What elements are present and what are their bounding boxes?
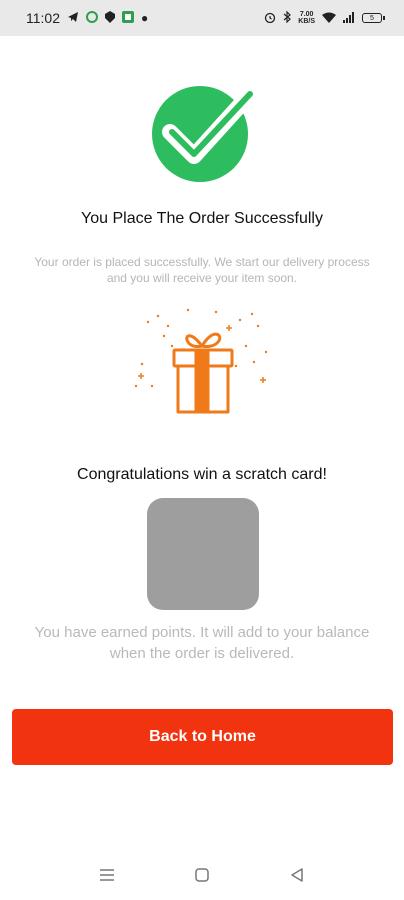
status-left: 11:02 ● [26,10,148,26]
signal-icon [343,11,355,25]
bluetooth-icon [283,10,292,25]
net-speed-unit: KB/S [298,18,315,25]
menu-icon[interactable] [92,860,122,890]
success-subtitle: Your order is placed successfully. We st… [34,255,370,285]
points-message: You have earned points. It will add to y… [34,624,370,662]
app-icon [122,11,134,25]
scratch-card[interactable] [147,498,259,610]
dot-icon: ● [141,11,149,25]
back-to-home-button[interactable]: Back to Home [12,709,393,765]
battery-icon: 5 [362,13,385,23]
vpn-icon [105,11,115,25]
telegram-icon [67,11,79,25]
status-time: 11:02 [26,10,60,26]
battery-level: 5 [370,14,374,22]
wifi-icon [322,12,336,25]
net-speed: 7.00 KB/S [298,11,315,25]
congrats-text: Congratulations win a scratch card! [77,466,327,483]
back-triangle-icon[interactable] [282,860,312,890]
status-right: 7.00 KB/S 5 [264,10,385,25]
net-speed-value: 7.00 [299,11,314,18]
success-check-icon [148,84,260,182]
system-nav-bar [0,855,404,895]
whatsapp-icon [86,11,98,25]
gift-icon [128,306,276,418]
alarm-icon [264,11,276,25]
home-square-icon[interactable] [187,860,217,890]
success-title: You Place The Order Successfully [81,210,323,227]
status-bar: 11:02 ● 7.00 KB/S 5 [0,0,404,36]
